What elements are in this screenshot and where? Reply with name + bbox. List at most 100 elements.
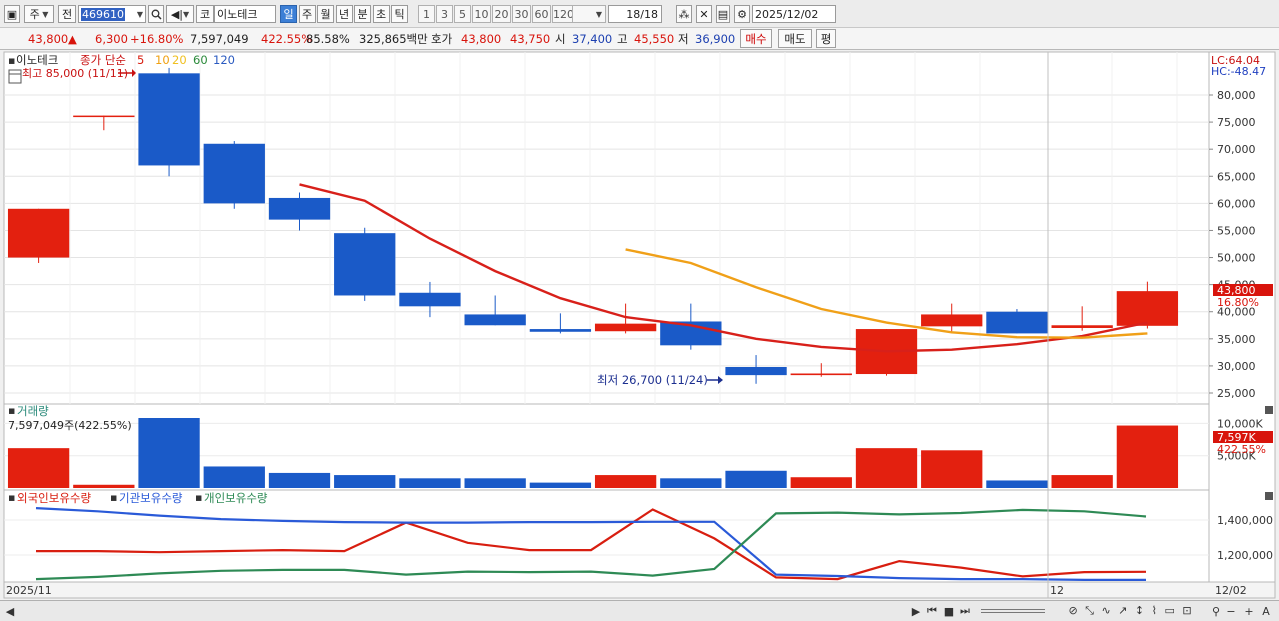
ma-legend-item: 20 [172, 53, 187, 67]
tab-1[interactable]: 주 [298, 5, 316, 23]
volume-bar [7, 448, 70, 488]
prev-button[interactable]: 전 [58, 5, 76, 23]
legend-bullet-icon: ▪ [195, 491, 202, 504]
open-label: 시 [555, 32, 566, 46]
chart-area[interactable]: 80,000 75,000 70,000 65,000 60,000 55,000 50,0… [0, 50, 1279, 600]
volume-bar [138, 418, 200, 488]
bottom-bar: ◀ ▶ ⏮ ■ ⏭ ⊘ ⤡ ∿ ↗ ↕ ⌇ ▭ ⊡ ⚲ − + A [0, 600, 1279, 621]
period-unit-select[interactable]: 주 ▼ [24, 5, 54, 23]
volume-bar [203, 466, 265, 488]
drawing-tools[interactable]: ⊘ ⤡ ∿ ↗ ↕ ⌇ ▭ ⊡ [1056, 603, 1206, 619]
stock-code-value: 469610 [81, 7, 125, 21]
volume-bar [334, 475, 396, 488]
interval-button-5[interactable]: 5 [454, 5, 471, 23]
date-field[interactable]: 2025/12/02 [752, 5, 836, 23]
candle-body [921, 314, 983, 327]
candle-body [986, 311, 1048, 334]
volume-title: 거래량 [17, 404, 49, 418]
price-tick-label: 75,000 [1217, 116, 1256, 129]
price-tick-label: 25,000 [1217, 387, 1256, 400]
stock-name-field[interactable]: 이노테크 [214, 5, 276, 23]
tab-6[interactable]: 틱 [391, 5, 408, 23]
holding-legend-item: 개인보유수량 [204, 491, 268, 505]
price-tick-label: 55,000 [1217, 224, 1256, 237]
draw-tool-icon[interactable]: ✕ [696, 5, 712, 23]
price-tick-label: 60,000 [1217, 197, 1256, 210]
buy-button[interactable]: 매수 [740, 29, 772, 48]
zoom-out-icon[interactable]: − [1225, 603, 1237, 619]
holding-tick-label: 1,400,000 [1217, 514, 1273, 527]
low-marker: 최저 26,700 (11/24) [597, 373, 708, 387]
candle-body [529, 329, 592, 332]
scroll-left-icon[interactable]: ◀ [4, 603, 16, 619]
price-tick-label: 35,000 [1217, 333, 1256, 346]
tab-2[interactable]: 월 [317, 5, 334, 23]
turnover-rate: 85.58% [306, 32, 350, 46]
font-size-icon[interactable]: A [1259, 603, 1273, 619]
tab-5[interactable]: 초 [372, 5, 390, 23]
market-label: 코 [196, 5, 214, 23]
volume-bar [268, 472, 331, 488]
legend-bullet-icon: ▪ [8, 491, 15, 504]
candle-body [464, 314, 526, 326]
tab-0[interactable]: 일 [280, 5, 297, 23]
volume-ratio: 422.55% [261, 32, 313, 46]
chevron-down-icon[interactable]: ▼ [137, 10, 143, 19]
candle-body [1116, 291, 1179, 326]
calendar-icon[interactable] [8, 69, 22, 84]
volume-bar [921, 450, 983, 488]
volume-bar [594, 475, 657, 488]
gear-icon[interactable]: ⚙ [734, 5, 750, 23]
speaker-icon[interactable]: ◀| ▼ [166, 5, 194, 23]
interval-button-20[interactable]: 20 [492, 5, 511, 23]
price-tick-label: 65,000 [1217, 170, 1256, 183]
bid-price: 43,750 [510, 32, 551, 46]
stop-icon[interactable]: ■ [942, 603, 956, 619]
hc-label: HC:-48.47 [1211, 65, 1266, 78]
candle-body [334, 233, 396, 296]
interval-button-10[interactable]: 10 [472, 5, 491, 23]
zoom-slider-track [981, 609, 1045, 613]
interval-select[interactable]: ▼ [572, 5, 606, 23]
volume-bar [1051, 475, 1113, 488]
play-icon[interactable]: ▶ [910, 603, 922, 619]
panel-close-icon[interactable] [1265, 406, 1273, 414]
interval-button-60[interactable]: 60 [532, 5, 551, 23]
volume-tag-pct: 422.55% [1217, 443, 1266, 456]
forward-icon[interactable]: ⏭ [958, 603, 972, 619]
volume-bar [855, 448, 918, 488]
hoga-label: 호가 [431, 32, 453, 46]
sell-button[interactable]: 매도 [778, 29, 812, 48]
candle-body [203, 143, 265, 204]
panel-close-icon[interactable] [1265, 492, 1273, 500]
interval-button-3[interactable]: 3 [436, 5, 453, 23]
price-tick-label: 50,000 [1217, 252, 1256, 265]
zoom-slider[interactable] [978, 603, 1048, 619]
data-count-field[interactable]: 18/18 [608, 5, 662, 23]
tab-3[interactable]: 년 [335, 5, 353, 23]
holding-legend-item: 기관보유수량 [119, 491, 183, 505]
stock-code-input[interactable]: 469610 ▼ [78, 5, 146, 23]
data-count-value: 18/18 [626, 7, 658, 21]
rewind-icon[interactable]: ⏮ [925, 603, 939, 619]
high-marker: 최고 85,000 (11/11) [22, 67, 128, 80]
current-price: 43,800 [28, 32, 69, 46]
eval-button[interactable]: 평 [816, 29, 836, 48]
interval-button-30[interactable]: 30 [512, 5, 531, 23]
window-menu-icon[interactable]: ▣ [4, 5, 20, 23]
candle-body [138, 73, 200, 166]
zoom-in-icon[interactable]: + [1243, 603, 1255, 619]
volume-bar [725, 470, 787, 488]
candle-body [73, 115, 135, 118]
volume-value: 7,597,049 [190, 32, 249, 46]
tab-4[interactable]: 분 [354, 5, 371, 23]
low-price: 36,900 [695, 32, 736, 46]
chart-type-icon[interactable]: ⁂ [676, 5, 692, 23]
zoom-icon[interactable]: ⚲ [1209, 603, 1223, 619]
ma-legend-item: 5 [137, 53, 144, 67]
search-icon[interactable] [148, 5, 164, 23]
interval-button-1[interactable]: 1 [418, 5, 435, 23]
save-icon[interactable]: ▤ [716, 5, 730, 23]
x-axis-right-label: 12/02 [1215, 584, 1247, 597]
volume-bar [790, 477, 852, 488]
